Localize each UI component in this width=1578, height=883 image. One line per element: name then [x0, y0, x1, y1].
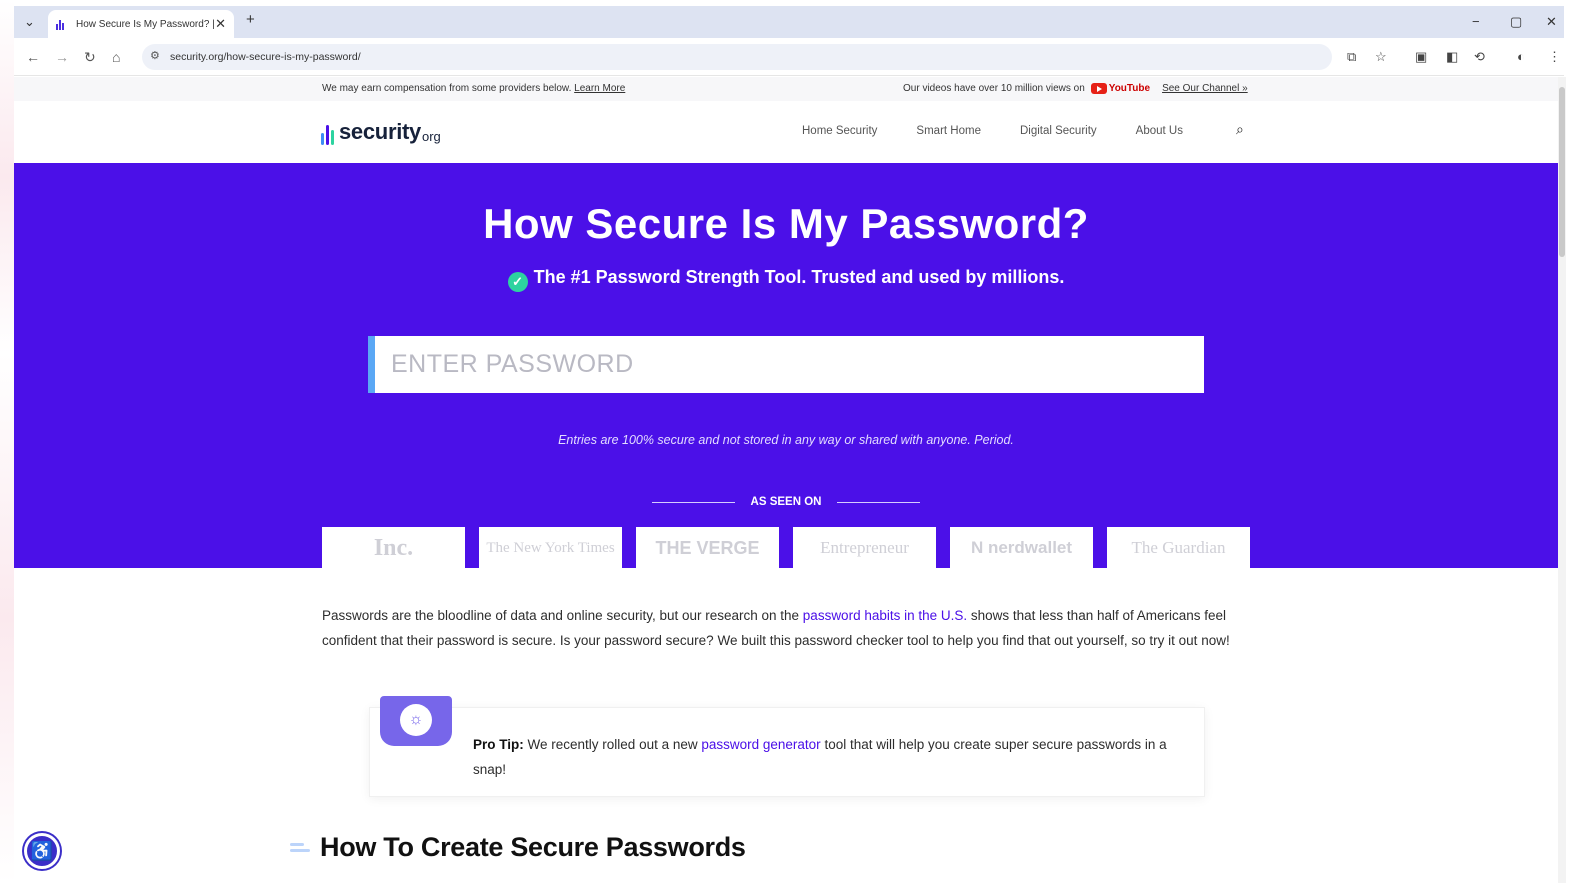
- pro-tip-badge: ☼: [380, 696, 452, 746]
- section-heading: How To Create Secure Passwords: [290, 832, 746, 863]
- page-title: How Secure Is My Password?: [483, 200, 1089, 247]
- divider-line-right: [837, 501, 920, 503]
- pro-tip-box: ☼ Pro Tip: We recently rolled out a new …: [369, 696, 1205, 797]
- accessibility-icon: ♿: [30, 841, 54, 861]
- password-input[interactable]: [368, 336, 1204, 393]
- scrollbar-thumb[interactable]: [1559, 87, 1565, 257]
- browser-window: ⌄ How Secure Is My Password? | ✕ + − ▢ ✕…: [0, 0, 1578, 883]
- press-logo-entrepreneur: Entrepreneur: [793, 527, 936, 569]
- password-generator-link[interactable]: password generator: [701, 737, 820, 752]
- nav-home-security[interactable]: Home Security: [802, 125, 877, 137]
- tab-search-icon[interactable]: ⌄: [24, 14, 35, 30]
- pro-tip-text-start: We recently rolled out a new: [523, 737, 702, 752]
- logo-tld: org: [421, 129, 441, 144]
- section-title: How To Create Secure Passwords: [320, 832, 746, 862]
- tab-title: How Secure Is My Password? |: [76, 18, 215, 30]
- logo-bars-icon: [321, 125, 334, 145]
- forward-icon[interactable]: →: [55, 49, 69, 65]
- hero-section: How Secure Is My Password? ✓ The #1 Passw…: [14, 163, 1558, 569]
- tab-strip: ⌄ How Secure Is My Password? | ✕ + − ▢ ✕: [14, 6, 1564, 38]
- new-tab-button[interactable]: +: [246, 11, 255, 28]
- pro-tip-text: Pro Tip: We recently rolled out a new pa…: [473, 732, 1183, 782]
- pro-tip-label: Pro Tip:: [473, 737, 524, 752]
- check-circle-icon: ✓: [507, 272, 528, 292]
- see-channel-link[interactable]: See Our Channel »: [1162, 83, 1248, 94]
- intro-paragraph: Passwords are the bloodline of data and …: [322, 603, 1262, 653]
- hero-subtitle: ✓ The #1 Password Strength Tool. Trusted …: [14, 267, 1558, 292]
- site-logo[interactable]: security org: [321, 119, 441, 145]
- nav-about-us[interactable]: About Us: [1136, 125, 1183, 137]
- divider-line-left: [652, 501, 735, 503]
- youtube-logo[interactable]: YouTube: [1090, 83, 1151, 94]
- web-page: We may earn compensation from some provi…: [14, 77, 1558, 883]
- press-logos: Inc. The New York Times THE VERGE Entrep…: [322, 527, 1250, 569]
- tab-close-icon[interactable]: ✕: [215, 16, 226, 32]
- youtube-play-icon: [1090, 83, 1107, 94]
- page-scrollbar[interactable]: [1558, 77, 1566, 883]
- browser-toolbar: ← → ↻ ⌂ ⚙ security.org/how-secure-is-my-…: [14, 38, 1564, 76]
- video-views-text: Our videos have over 10 million views on: [903, 83, 1085, 94]
- video-promo: Our videos have over 10 million views on…: [903, 83, 1248, 94]
- active-tab[interactable]: How Secure Is My Password? | ✕: [48, 10, 234, 38]
- extension-icon[interactable]: ◧: [1446, 49, 1458, 65]
- as-seen-on-divider: AS SEEN ON: [652, 494, 920, 510]
- password-habits-link[interactable]: password habits in the U.S.: [803, 608, 967, 623]
- search-icon[interactable]: ⌕: [1236, 121, 1244, 138]
- minimize-button[interactable]: −: [1472, 14, 1480, 29]
- site-header: security org Home Security Smart Home Di…: [14, 101, 1558, 163]
- lightbulb-icon: ☼: [400, 704, 432, 736]
- sync-icon[interactable]: ⟲: [1474, 49, 1485, 65]
- logo-name: security: [339, 119, 421, 144]
- youtube-wordmark: YouTube: [1108, 83, 1151, 94]
- press-logo-inc: Inc.: [322, 527, 465, 569]
- press-logo-guardian: The Guardian: [1107, 527, 1250, 569]
- left-backdrop: [0, 0, 14, 883]
- press-logo-the-verge: THE VERGE: [636, 527, 779, 569]
- reload-icon[interactable]: ↻: [84, 49, 96, 66]
- nav-digital-security[interactable]: Digital Security: [1020, 125, 1097, 137]
- site-settings-icon[interactable]: ⚙: [150, 49, 160, 62]
- url-text[interactable]: security.org/how-secure-is-my-password/: [170, 51, 361, 63]
- top-notice-bar: We may earn compensation from some provi…: [14, 77, 1558, 101]
- profile-icon[interactable]: ◐: [1517, 49, 1525, 64]
- privacy-disclaimer: Entries are 100% secure and not stored i…: [558, 433, 1014, 447]
- disclosure: We may earn compensation from some provi…: [322, 83, 625, 94]
- address-bar[interactable]: ⚙ security.org/how-secure-is-my-password…: [142, 44, 1332, 70]
- restore-button[interactable]: ▢: [1510, 14, 1522, 30]
- intro-text-start: Passwords are the bloodline of data and …: [322, 608, 803, 623]
- press-logo-nerdwallet: N nerdwallet: [950, 527, 1093, 569]
- heading-decoration-icon: [290, 843, 310, 852]
- disclosure-text: We may earn compensation from some provi…: [322, 83, 572, 94]
- home-icon[interactable]: ⌂: [112, 49, 120, 65]
- translate-icon[interactable]: ⧉: [1347, 49, 1356, 65]
- side-panel-icon[interactable]: ▣: [1415, 49, 1427, 65]
- browser-menu-icon[interactable]: ⋮: [1548, 49, 1561, 65]
- bookmark-star-icon[interactable]: ☆: [1375, 49, 1387, 65]
- learn-more-link[interactable]: Learn More: [574, 83, 625, 94]
- as-seen-on-label: AS SEEN ON: [750, 496, 822, 508]
- main-nav: Home Security Smart Home Digital Securit…: [802, 125, 1183, 137]
- close-window-button[interactable]: ✕: [1546, 14, 1557, 30]
- accessibility-button[interactable]: ♿: [24, 833, 60, 869]
- security-favicon-icon: [56, 18, 68, 30]
- back-icon[interactable]: ←: [26, 49, 40, 65]
- press-logo-nyt: The New York Times: [479, 527, 622, 569]
- hero-subtitle-text: The #1 Password Strength Tool. Trusted a…: [533, 267, 1065, 287]
- nav-smart-home[interactable]: Smart Home: [916, 125, 981, 137]
